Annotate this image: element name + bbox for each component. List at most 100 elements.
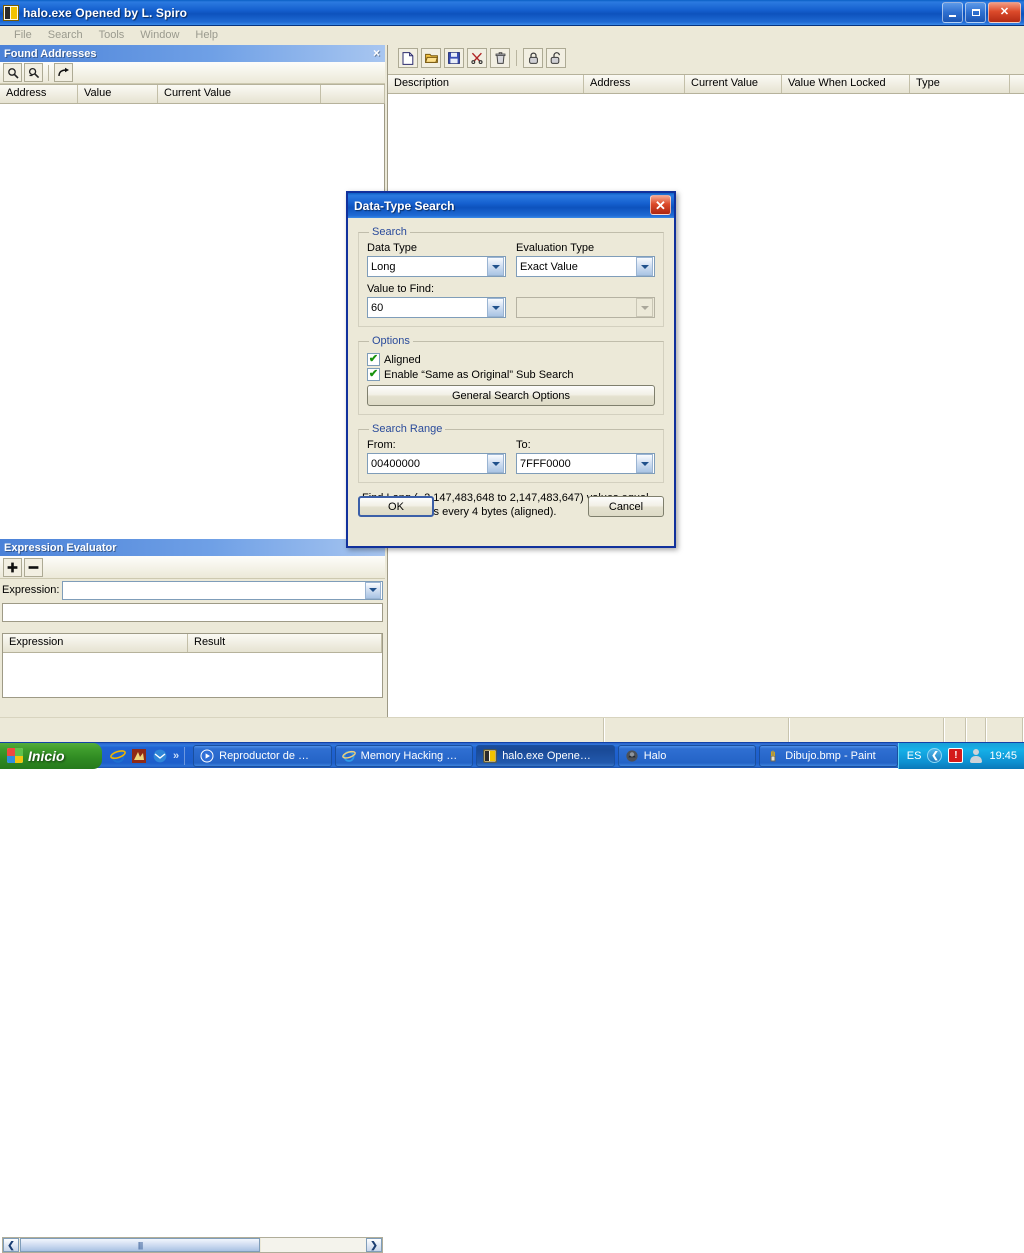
data-type-label: Data Type — [367, 242, 417, 254]
taskbar-item-halo[interactable]: Halo — [617, 744, 757, 767]
search-range-group: Search Range From: 00400000 To: 7FFF0000 — [358, 423, 664, 483]
ok-button[interactable]: OK — [358, 496, 434, 517]
menu-search[interactable]: Search — [40, 28, 91, 42]
halo-icon — [625, 749, 639, 763]
chevron-down-icon[interactable] — [636, 257, 653, 276]
scroll-left-icon[interactable]: ❮ — [3, 1238, 19, 1252]
value-to-find-input[interactable]: 60 — [367, 297, 506, 318]
outlook-express-icon[interactable] — [152, 748, 168, 764]
range-from-label: From: — [367, 439, 396, 451]
windows-flag-icon — [7, 748, 23, 763]
evaluation-type-select[interactable]: Exact Value — [516, 256, 655, 277]
expression-horizontal-scrollbar[interactable]: ❮ |||| ❯ — [2, 1237, 383, 1253]
chevron-down-icon[interactable] — [487, 257, 504, 276]
search-range-legend: Search Range — [372, 423, 443, 435]
taskbar-item-paint[interactable]: Dibujo.bmp - Paint — [759, 744, 898, 767]
range-from-input[interactable]: 00400000 — [367, 453, 506, 474]
status-pane-6 — [987, 718, 1024, 742]
cut-scissors-icon[interactable] — [467, 48, 487, 68]
column-header-address[interactable]: Address — [0, 85, 78, 103]
chevron-down-icon[interactable] — [636, 454, 653, 473]
data-type-value: Long — [371, 260, 396, 273]
user-account-icon[interactable] — [969, 748, 983, 763]
close-button[interactable]: ✕ — [988, 2, 1021, 23]
app-icon — [483, 749, 497, 763]
window-title: halo.exe Opened by L. Spiro — [23, 5, 188, 20]
language-indicator[interactable]: ES — [907, 750, 922, 762]
scroll-right-icon[interactable]: ❯ — [366, 1238, 382, 1252]
value-to-find-value: 60 — [371, 301, 384, 314]
expression-input[interactable] — [62, 580, 383, 600]
expression-results-rows[interactable] — [3, 653, 382, 697]
menu-file[interactable]: File — [6, 28, 40, 42]
chevron-down-icon[interactable] — [487, 298, 504, 317]
window-titlebar: halo.exe Opened by L. Spiro ✕ — [0, 0, 1024, 26]
search-icon[interactable] — [3, 63, 22, 82]
delete-trash-icon[interactable] — [490, 48, 510, 68]
taskbar-separator — [184, 746, 186, 765]
aligned-label: Aligned — [384, 353, 421, 366]
expression-result-field[interactable] — [2, 603, 383, 622]
column-header-address[interactable]: Address — [584, 75, 685, 93]
move-to-table-icon[interactable] — [54, 63, 73, 82]
scrollbar-thumb[interactable]: |||| — [20, 1238, 260, 1252]
minimize-button[interactable] — [942, 2, 963, 23]
dialog-title: Data-Type Search — [354, 198, 455, 213]
status-pane-4 — [945, 718, 967, 742]
column-header-filler — [1010, 75, 1024, 93]
second-value-input-disabled — [516, 297, 655, 318]
start-button[interactable]: Inicio — [0, 742, 102, 769]
evaluation-type-label: Evaluation Type — [516, 242, 595, 254]
data-type-select[interactable]: Long — [367, 256, 506, 277]
taskbar-item-halo-exe[interactable]: halo.exe Opene… — [476, 744, 615, 767]
add-icon[interactable] — [3, 557, 22, 577]
security-shield-icon[interactable]: ! — [948, 748, 964, 763]
save-disk-icon[interactable] — [444, 48, 464, 68]
menu-window[interactable]: Window — [132, 28, 187, 42]
internet-explorer-icon[interactable] — [110, 748, 126, 764]
menu-help[interactable]: Help — [187, 28, 226, 42]
lock-closed-icon[interactable] — [523, 48, 543, 68]
found-addresses-rows[interactable] — [0, 104, 385, 540]
new-file-icon[interactable] — [398, 48, 418, 68]
column-header-type[interactable]: Type — [910, 75, 1010, 93]
column-header-current-value[interactable]: Current Value — [685, 75, 782, 93]
task-button-list: Reproductor de … Memory Hacking … halo.e… — [191, 743, 898, 769]
tray-expand-chevron-icon[interactable]: ❮ — [927, 748, 943, 763]
range-to-input[interactable]: 7FFF0000 — [516, 453, 655, 474]
column-header-result[interactable]: Result — [188, 634, 382, 652]
chevron-down-icon — [636, 298, 653, 317]
taskbar-item-memory-hacking[interactable]: Memory Hacking … — [334, 744, 474, 767]
sub-search-checkbox[interactable]: ✔ — [367, 368, 380, 381]
cancel-button[interactable]: Cancel — [588, 496, 664, 517]
maximize-button[interactable] — [965, 2, 986, 23]
aligned-checkbox-row[interactable]: ✔ Aligned — [367, 353, 655, 366]
scrollbar-track[interactable] — [261, 1238, 366, 1252]
chevron-down-icon[interactable] — [487, 454, 504, 473]
menu-tools[interactable]: Tools — [91, 28, 133, 42]
general-search-options-button[interactable]: General Search Options — [367, 385, 655, 406]
search-next-icon[interactable] — [24, 63, 43, 82]
column-header-expression[interactable]: Expression — [3, 634, 188, 652]
options-group: Options ✔ Aligned ✔ Enable “Same as Orig… — [358, 335, 664, 415]
column-header-value-when-locked[interactable]: Value When Locked — [782, 75, 910, 93]
lock-open-icon[interactable] — [546, 48, 566, 68]
expression-evaluator-caption: Expression Evaluator — [0, 539, 385, 556]
winamp-icon[interactable] — [131, 748, 147, 764]
sub-search-checkbox-row[interactable]: ✔ Enable “Same as Original” Sub Search — [367, 368, 655, 381]
app-icon — [3, 4, 19, 21]
aligned-checkbox[interactable]: ✔ — [367, 353, 380, 366]
open-folder-icon[interactable] — [421, 48, 441, 68]
remove-icon[interactable] — [24, 557, 43, 577]
dialog-titlebar: Data-Type Search ✕ — [348, 193, 674, 218]
close-icon[interactable]: × — [373, 46, 380, 60]
dialog-close-button[interactable]: ✕ — [650, 195, 671, 215]
taskbar-item-media-player[interactable]: Reproductor de … — [193, 744, 332, 767]
chevron-down-icon[interactable] — [365, 581, 381, 599]
column-header-value[interactable]: Value — [78, 85, 158, 103]
range-from-column: From: 00400000 — [367, 439, 506, 474]
clock[interactable]: 19:45 — [989, 750, 1017, 762]
column-header-description[interactable]: Description — [388, 75, 584, 93]
column-header-current-value[interactable]: Current Value — [158, 85, 321, 103]
quicklaunch-overflow-chevron-icon[interactable]: » — [173, 750, 179, 762]
